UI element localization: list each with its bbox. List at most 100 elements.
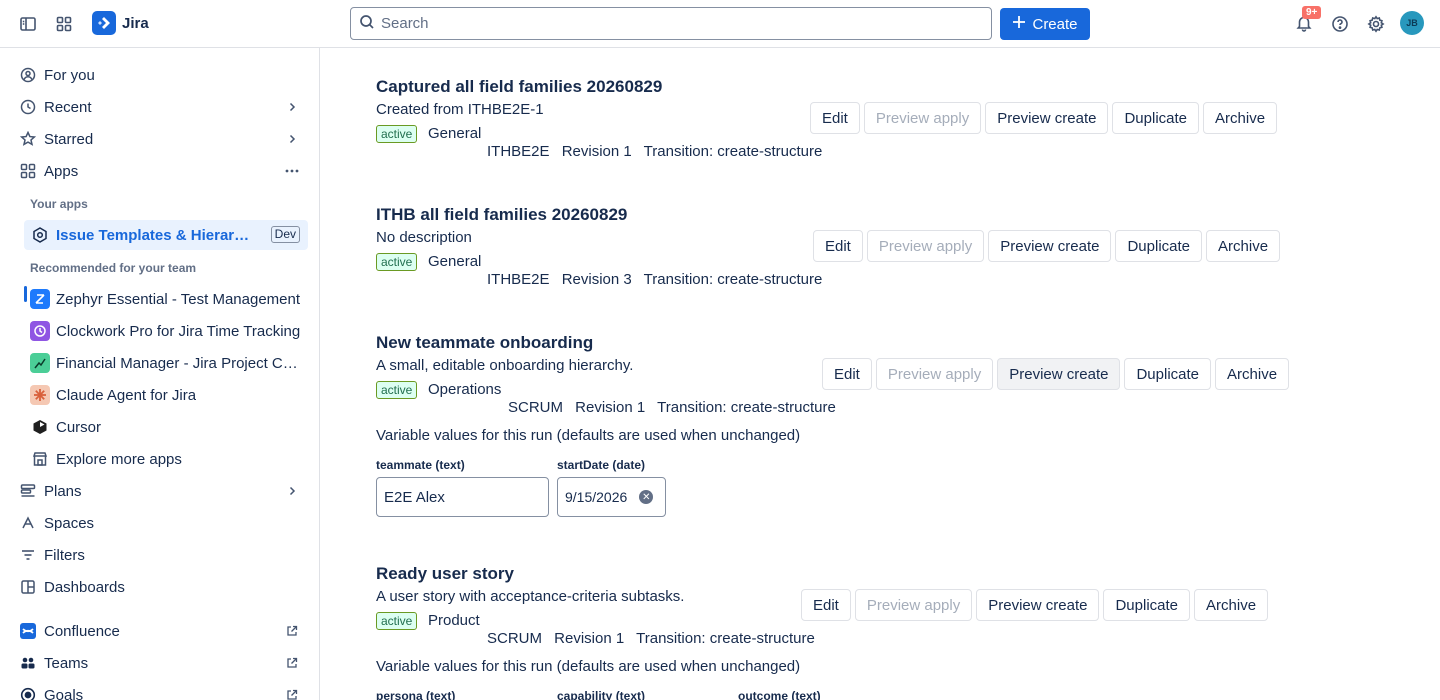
template-project: SCRUM — [487, 630, 542, 647]
field-label: outcome (text) — [738, 689, 821, 700]
sidebar-item-clockwork[interactable]: Clockwork Pro for Jira Time Tracking — [24, 316, 308, 346]
sidebar-item-plans[interactable]: Plans — [12, 476, 308, 506]
preview-apply-button[interactable]: Preview apply — [863, 102, 982, 134]
preview-create-button[interactable]: Preview create — [976, 589, 1100, 621]
sidebar-item-recent[interactable]: Recent — [12, 92, 308, 122]
edit-button[interactable]: Edit — [810, 102, 860, 134]
field-label: startDate (date) — [557, 458, 646, 472]
template-transition: Transition: create-structure — [643, 143, 823, 160]
template-description: No description — [376, 229, 472, 246]
search-icon — [359, 14, 375, 33]
status-badge: active — [376, 381, 418, 399]
app-name: Jira — [122, 14, 149, 32]
preview-apply-button[interactable]: Preview apply — [854, 589, 973, 621]
chevron-right-icon[interactable] — [284, 483, 300, 499]
sidebar-item-teams[interactable]: Teams — [12, 648, 308, 678]
template-revision: Revision 1 — [554, 630, 625, 647]
field-label: teammate (text) — [376, 458, 465, 472]
sidebar-item-financial-manager[interactable]: Financial Manager - Jira Project Cost — [24, 348, 308, 378]
archive-button[interactable]: Archive — [1206, 230, 1281, 262]
sidebar-item-explore-apps[interactable]: Explore more apps — [24, 444, 308, 474]
jira-logo-icon — [92, 11, 116, 35]
template-description: A small, editable onboarding hierarchy. — [376, 357, 634, 374]
sidebar-item-spaces[interactable]: Spaces — [12, 508, 308, 538]
edit-button[interactable]: Edit — [822, 358, 872, 390]
preview-create-button[interactable]: Preview create — [997, 358, 1121, 390]
sidebar-item-apps[interactable]: Apps — [12, 156, 308, 186]
template-actions: Edit Preview apply Preview create Duplic… — [822, 358, 1290, 390]
notification-count-badge: 9+ — [1302, 6, 1322, 19]
duplicate-button[interactable]: Duplicate — [1112, 102, 1200, 134]
external-link-icon[interactable] — [284, 655, 300, 671]
template-transition: Transition: create-structure — [643, 271, 823, 288]
top-navigation-bar: Jira Create 9+ JB — [0, 0, 1440, 48]
template-title: Captured all field families 20260829 — [376, 77, 663, 96]
preview-create-button[interactable]: Preview create — [988, 230, 1112, 262]
settings-gear-icon[interactable] — [1362, 10, 1390, 38]
archive-button[interactable]: Archive — [1215, 358, 1290, 390]
chevron-right-icon[interactable] — [284, 131, 300, 147]
sidebar-item-confluence[interactable]: Confluence — [12, 616, 308, 646]
person-circle-icon — [20, 67, 36, 83]
app-switcher-icon[interactable] — [50, 10, 78, 38]
external-link-icon[interactable] — [284, 623, 300, 639]
sidebar-item-zephyr[interactable]: Zephyr Essential - Test Management — [24, 284, 308, 314]
external-link-icon[interactable] — [284, 687, 300, 700]
archive-button[interactable]: Archive — [1203, 102, 1278, 134]
template-revision: Revision 1 — [575, 399, 646, 416]
sidebar-item-issue-templates[interactable]: Issue Templates & Hierarchies Dev — [24, 220, 308, 250]
selected-app-label: Issue Templates & Hierarchies — [56, 226, 256, 244]
sidebar-item-starred[interactable]: Starred — [12, 124, 308, 154]
sidebar-item-for-you[interactable]: For you — [12, 60, 308, 90]
status-badge: active — [376, 612, 418, 630]
recommended-heading: Recommended for your team — [30, 261, 197, 275]
template-card: Ready user story A user story with accep… — [376, 564, 815, 650]
filter-icon — [20, 547, 36, 563]
user-avatar[interactable]: JB — [1400, 11, 1424, 35]
duplicate-button[interactable]: Duplicate — [1124, 358, 1212, 390]
variables-heading: Variable values for this run (defaults a… — [376, 427, 801, 444]
preview-create-button[interactable]: Preview create — [985, 102, 1109, 134]
star-icon — [20, 131, 36, 147]
template-title: Ready user story — [376, 564, 514, 583]
clock-icon — [20, 99, 36, 115]
sidebar-item-claude-agent[interactable]: Claude Agent for Jira — [24, 380, 308, 410]
sidebar-item-cursor[interactable]: Cursor — [24, 412, 308, 442]
plus-icon — [1012, 15, 1026, 33]
edit-button[interactable]: Edit — [801, 589, 851, 621]
duplicate-button[interactable]: Duplicate — [1115, 230, 1203, 262]
dashboard-icon — [20, 579, 36, 595]
plans-icon — [20, 483, 36, 499]
teammate-input[interactable] — [384, 488, 548, 506]
clear-date-icon[interactable]: ✕ — [639, 490, 654, 504]
dev-tag: Dev — [270, 226, 300, 243]
help-icon[interactable] — [1326, 10, 1354, 38]
search-input[interactable] — [381, 15, 991, 32]
template-card: Captured all field families 20260829 Cre… — [376, 77, 822, 163]
hierarchy-app-icon — [30, 225, 50, 245]
chevron-right-icon[interactable] — [284, 99, 300, 115]
financial-app-icon — [30, 353, 50, 373]
more-horizontal-icon[interactable] — [284, 163, 300, 179]
template-category: Product — [428, 612, 480, 629]
template-card: ITHB all field families 20260829 No desc… — [376, 205, 822, 291]
archive-button[interactable]: Archive — [1194, 589, 1269, 621]
template-category: Operations — [428, 381, 502, 398]
jira-logo[interactable]: Jira — [92, 11, 149, 35]
sidebar-item-goals[interactable]: Goals — [12, 680, 308, 700]
edit-button[interactable]: Edit — [813, 230, 863, 262]
create-button[interactable]: Create — [1000, 8, 1090, 40]
sidebar-item-filters[interactable]: Filters — [12, 540, 308, 570]
sidebar-toggle-icon[interactable] — [14, 10, 42, 38]
duplicate-button[interactable]: Duplicate — [1103, 589, 1191, 621]
sidebar-item-dashboards[interactable]: Dashboards — [12, 572, 308, 602]
preview-apply-button[interactable]: Preview apply — [866, 230, 985, 262]
teammate-field[interactable] — [376, 477, 549, 517]
your-apps-heading: Your apps — [30, 197, 88, 211]
preview-apply-button[interactable]: Preview apply — [875, 358, 994, 390]
notifications-button[interactable]: 9+ — [1290, 6, 1322, 38]
start-date-field[interactable]: 9/15/2026 ✕ — [557, 477, 666, 517]
search-box[interactable] — [350, 7, 992, 40]
apps-grid-icon — [20, 163, 36, 179]
template-transition: Transition: create-structure — [636, 630, 815, 647]
